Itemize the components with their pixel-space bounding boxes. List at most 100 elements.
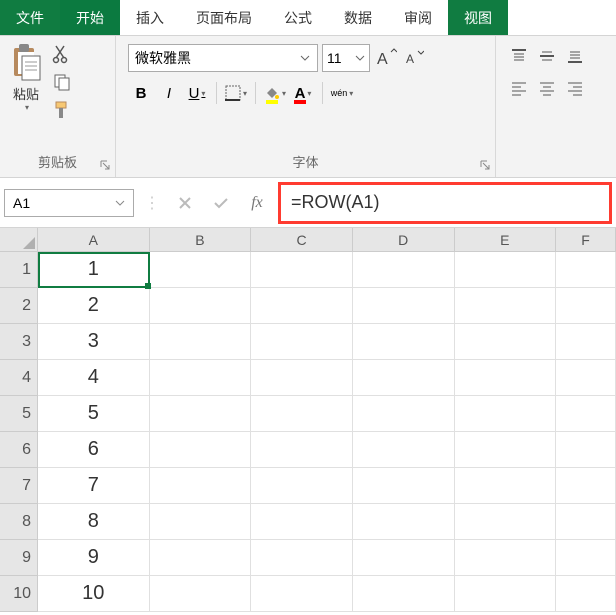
cell[interactable] [251, 504, 353, 540]
cell[interactable] [556, 540, 616, 576]
name-box[interactable]: A1 [4, 189, 134, 217]
paste-button[interactable]: 粘贴 ▾ [4, 40, 48, 114]
cell[interactable] [353, 396, 455, 432]
font-name-select[interactable]: 微软雅黑 [128, 44, 318, 72]
cell[interactable] [556, 468, 616, 504]
menu-page-layout[interactable]: 页面布局 [180, 0, 268, 35]
column-header[interactable]: F [556, 228, 616, 252]
cell[interactable] [353, 540, 455, 576]
cell[interactable] [150, 540, 252, 576]
border-button[interactable]: ▾ [223, 80, 249, 106]
cell[interactable] [556, 576, 616, 612]
cell[interactable] [455, 324, 557, 360]
cell[interactable] [455, 432, 557, 468]
menu-formulas[interactable]: 公式 [268, 0, 328, 35]
cell[interactable] [556, 360, 616, 396]
cell[interactable] [251, 360, 353, 396]
cell[interactable]: 1 [38, 252, 150, 288]
cell[interactable]: 9 [38, 540, 150, 576]
formula-input[interactable]: =ROW(A1) [278, 182, 612, 224]
align-left-button[interactable] [506, 76, 532, 100]
cell[interactable] [150, 396, 252, 432]
cell[interactable] [353, 576, 455, 612]
cell[interactable] [556, 252, 616, 288]
cell[interactable] [455, 576, 557, 612]
cell[interactable] [150, 504, 252, 540]
dialog-launcher-icon[interactable] [479, 159, 491, 171]
select-all-corner[interactable] [0, 228, 38, 252]
cell[interactable] [353, 468, 455, 504]
cell[interactable]: 3 [38, 324, 150, 360]
underline-button[interactable]: U▾ [184, 80, 210, 106]
insert-function-button[interactable]: fx [242, 189, 272, 217]
menu-review[interactable]: 审阅 [388, 0, 448, 35]
cell[interactable]: 8 [38, 504, 150, 540]
cell[interactable]: 4 [38, 360, 150, 396]
cell[interactable] [150, 288, 252, 324]
cell[interactable]: 7 [38, 468, 150, 504]
cell[interactable] [455, 540, 557, 576]
cell[interactable] [251, 252, 353, 288]
row-header[interactable]: 7 [0, 468, 38, 504]
row-header[interactable]: 2 [0, 288, 38, 324]
cell[interactable] [150, 468, 252, 504]
cell[interactable] [455, 396, 557, 432]
row-header[interactable]: 4 [0, 360, 38, 396]
cell[interactable] [455, 504, 557, 540]
dialog-launcher-icon[interactable] [99, 159, 111, 171]
cell[interactable] [353, 432, 455, 468]
cell[interactable] [556, 288, 616, 324]
cell[interactable] [556, 396, 616, 432]
cancel-formula-button[interactable] [170, 189, 200, 217]
decrease-font-button[interactable]: A [402, 44, 426, 72]
cell[interactable] [150, 252, 252, 288]
fill-color-button[interactable]: ▾ [262, 80, 288, 106]
cell[interactable] [150, 432, 252, 468]
align-center-button[interactable] [534, 76, 560, 100]
row-header[interactable]: 1 [0, 252, 38, 288]
font-size-select[interactable]: 11 [322, 44, 370, 72]
align-middle-button[interactable] [534, 44, 560, 68]
align-bottom-button[interactable] [562, 44, 588, 68]
cell[interactable]: 6 [38, 432, 150, 468]
cell[interactable]: 10 [38, 576, 150, 612]
cell[interactable] [556, 504, 616, 540]
menu-view[interactable]: 视图 [448, 0, 508, 35]
cell[interactable] [353, 504, 455, 540]
column-header[interactable]: E [455, 228, 557, 252]
row-header[interactable]: 6 [0, 432, 38, 468]
cell[interactable] [251, 396, 353, 432]
phonetic-button[interactable]: wén ▾ [329, 80, 355, 106]
cell[interactable] [150, 360, 252, 396]
row-header[interactable]: 9 [0, 540, 38, 576]
cell[interactable] [353, 360, 455, 396]
cell[interactable] [353, 324, 455, 360]
row-header[interactable]: 10 [0, 576, 38, 612]
cell[interactable] [251, 576, 353, 612]
menu-data[interactable]: 数据 [328, 0, 388, 35]
cell[interactable] [455, 468, 557, 504]
cell[interactable] [150, 324, 252, 360]
cell[interactable] [251, 468, 353, 504]
column-header[interactable]: D [353, 228, 455, 252]
cell[interactable] [556, 432, 616, 468]
cell[interactable] [150, 576, 252, 612]
align-right-button[interactable] [562, 76, 588, 100]
cell[interactable] [455, 252, 557, 288]
increase-font-button[interactable]: A [374, 44, 398, 72]
column-header[interactable]: B [150, 228, 252, 252]
menu-insert[interactable]: 插入 [120, 0, 180, 35]
copy-icon[interactable] [52, 72, 72, 92]
format-painter-icon[interactable] [52, 100, 72, 120]
cell[interactable] [353, 288, 455, 324]
enter-formula-button[interactable] [206, 189, 236, 217]
row-header[interactable]: 5 [0, 396, 38, 432]
cut-icon[interactable] [52, 44, 72, 64]
cell[interactable] [251, 324, 353, 360]
cell[interactable]: 5 [38, 396, 150, 432]
row-header[interactable]: 3 [0, 324, 38, 360]
cell[interactable] [455, 288, 557, 324]
cell[interactable] [251, 432, 353, 468]
cell[interactable] [556, 324, 616, 360]
column-header[interactable]: A [38, 228, 150, 252]
